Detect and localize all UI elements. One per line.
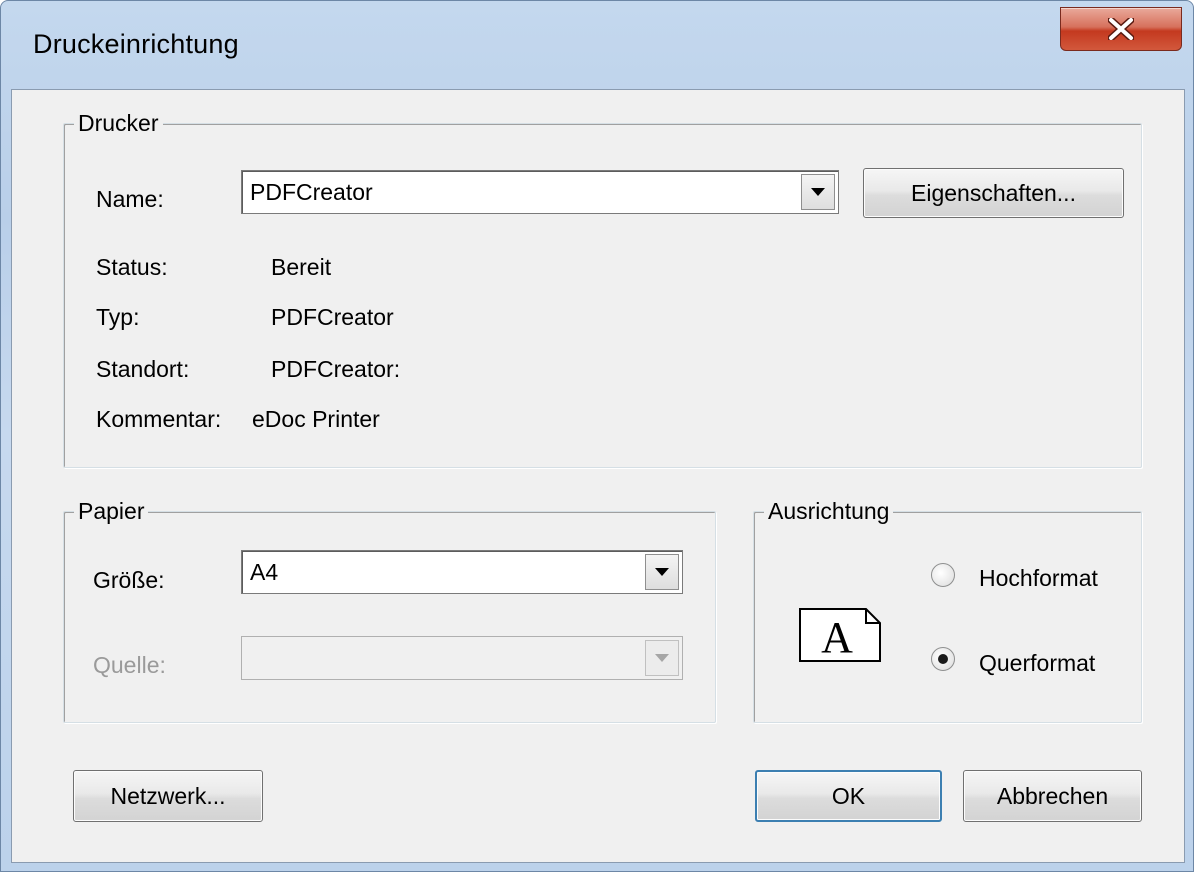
portrait-radio[interactable] xyxy=(931,563,955,587)
printer-name-value: PDFCreator xyxy=(250,179,373,205)
paper-group-label: Papier xyxy=(74,498,149,525)
status-value: Bereit xyxy=(271,254,332,280)
comment-label: Kommentar: xyxy=(96,406,222,432)
chevron-down-icon xyxy=(655,568,669,576)
status-label: Status: xyxy=(96,254,168,280)
type-value: PDFCreator xyxy=(271,304,394,330)
properties-button[interactable]: Eigenschaften... xyxy=(863,168,1124,218)
window-title: Druckeinrichtung xyxy=(33,29,239,59)
paper-source-dropdown[interactable] xyxy=(241,636,683,680)
printer-name-label: Name: xyxy=(96,186,164,212)
radio-selected-dot xyxy=(938,654,948,664)
portrait-label[interactable]: Hochformat xyxy=(979,565,1098,592)
chevron-down-icon xyxy=(811,188,825,196)
landscape-label[interactable]: Querformat xyxy=(979,650,1095,677)
ok-button[interactable]: OK xyxy=(755,770,942,822)
location-value: PDFCreator: xyxy=(271,356,401,382)
chevron-down-icon xyxy=(655,654,669,662)
paper-source-dropdown-button[interactable] xyxy=(645,640,679,676)
close-button[interactable] xyxy=(1060,7,1182,51)
dialog-body: Drucker Name: PDFCreator Eigenschaften..… xyxy=(11,89,1185,863)
location-label: Standort: xyxy=(96,356,190,382)
orientation-icon-letter: A xyxy=(821,613,853,662)
paper-group: Papier xyxy=(63,498,716,723)
paper-size-label: Größe: xyxy=(93,567,165,593)
close-icon xyxy=(1108,18,1134,40)
cancel-button[interactable]: Abbrechen xyxy=(963,770,1142,822)
printer-name-dropdown[interactable]: PDFCreator xyxy=(241,170,839,214)
landscape-radio[interactable] xyxy=(931,647,955,671)
printer-dropdown-button[interactable] xyxy=(801,174,835,210)
comment-value: eDoc Printer xyxy=(252,406,380,432)
network-button[interactable]: Netzwerk... xyxy=(73,770,263,822)
paper-size-value: A4 xyxy=(250,559,279,585)
paper-size-dropdown-button[interactable] xyxy=(645,554,679,590)
landscape-page-icon: A xyxy=(799,608,881,662)
paper-size-dropdown[interactable]: A4 xyxy=(241,550,683,594)
type-label: Typ: xyxy=(96,304,140,330)
printer-group-label: Drucker xyxy=(74,110,163,137)
orientation-group-label: Ausrichtung xyxy=(764,498,894,525)
title-bar[interactable]: Druckeinrichtung xyxy=(1,1,1193,89)
paper-source-label: Quelle: xyxy=(93,652,166,678)
print-setup-window: Druckeinrichtung Drucker Name: PDFCreato… xyxy=(0,0,1194,872)
